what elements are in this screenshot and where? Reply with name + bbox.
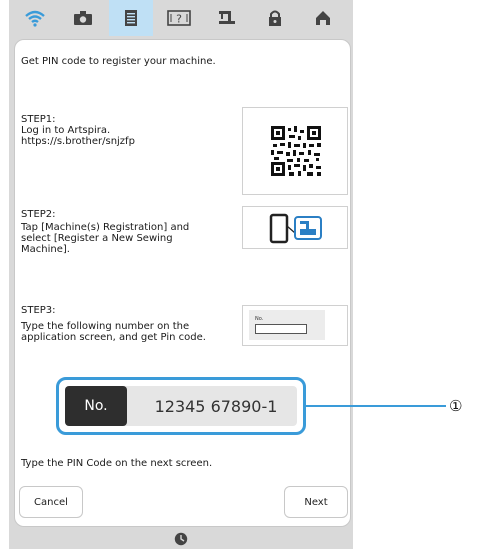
step2-line3: Machine]. (21, 244, 70, 255)
cancel-button[interactable]: Cancel (19, 486, 83, 518)
machine-icon (219, 11, 235, 24)
callout-line (306, 405, 446, 407)
home-icon (316, 11, 330, 25)
svg-text:?: ? (176, 13, 182, 26)
step2-title: STEP2: (21, 209, 56, 220)
pin-label: No. (65, 386, 127, 426)
step1-title: STEP1: (21, 114, 56, 125)
wifi-icon (25, 10, 45, 27)
main-panel: Get PIN code to register your machine. S… (14, 39, 351, 527)
clock-icon (174, 532, 188, 546)
pin-value: 12345 67890-1 (154, 396, 278, 416)
camera-icon (74, 11, 92, 25)
step3-line2: application screen, and get Pin code. (21, 332, 206, 343)
device-screen: ? Get PIN code to register your machine.… (9, 0, 353, 549)
help-icon: ? (167, 10, 191, 26)
phone-to-machine-icon (269, 213, 322, 244)
machine-button[interactable] (205, 0, 249, 36)
pin-number-highlight: No. 12345 67890-1 (56, 377, 306, 435)
step2-line2: select [Register a New Sewing (21, 233, 173, 244)
qr-code-image (242, 107, 348, 195)
number-field-image: No. (242, 305, 348, 346)
bottom-bar (9, 528, 353, 549)
footer-note: Type the PIN Code on the next screen. (21, 458, 213, 469)
callout-number: ① (449, 397, 463, 415)
document-button[interactable] (109, 0, 153, 36)
number-field-thumb: No. (249, 310, 325, 340)
phone-machine-image (242, 206, 348, 249)
help-button[interactable]: ? (157, 0, 201, 36)
home-button[interactable] (301, 0, 345, 36)
next-button[interactable]: Next (284, 486, 348, 518)
lock-button[interactable] (253, 0, 297, 36)
step3-title: STEP3: (21, 305, 56, 316)
intro-text: Get PIN code to register your machine. (21, 56, 216, 67)
step3-line1: Type the following number on the (21, 321, 190, 332)
wifi-button[interactable] (13, 0, 57, 36)
step1-line1: Log in to Artspira. (21, 125, 111, 136)
number-field-thumb-box (255, 324, 307, 334)
qr-code (271, 126, 321, 176)
step2-line1: Tap [Machine(s) Registration] and (21, 222, 190, 233)
document-icon (125, 10, 137, 26)
top-toolbar: ? (9, 0, 353, 36)
lock-icon (269, 10, 281, 26)
camera-button[interactable] (61, 0, 105, 36)
step1-url: https://s.brother/snjzfp (21, 136, 135, 147)
pin-number-box: No. 12345 67890-1 (65, 386, 297, 426)
number-field-thumb-label: No. (255, 316, 264, 322)
